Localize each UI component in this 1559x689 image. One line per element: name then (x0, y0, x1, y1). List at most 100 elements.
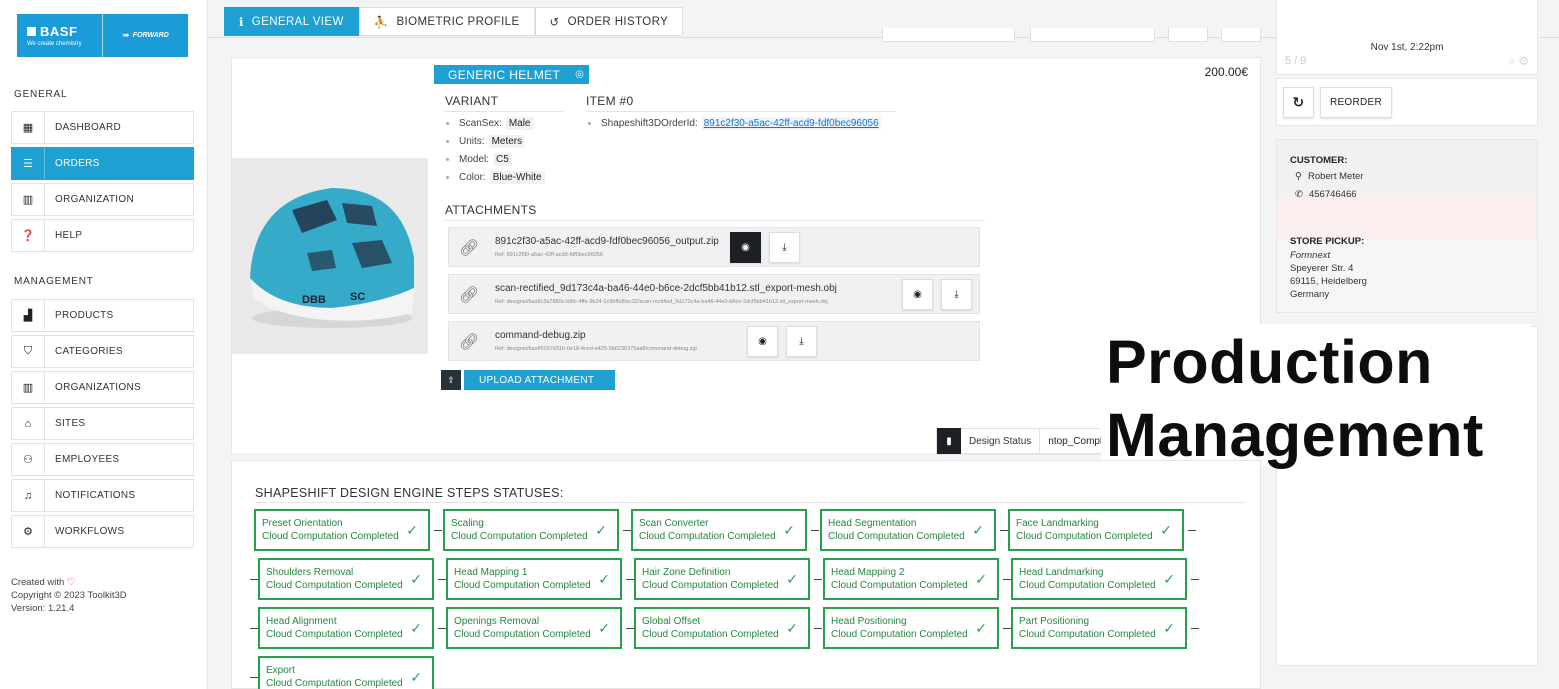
check-icon: ✓ (975, 571, 987, 587)
download-attachment-button[interactable]: ⤓ (786, 326, 817, 357)
step-status: Cloud Computation Completed (1019, 580, 1156, 591)
sidebar-item-organizations[interactable]: ▥ ORGANIZATIONS (11, 371, 194, 404)
check-icon: ✓ (975, 620, 987, 636)
step-status-card: Scan Converter Cloud Computation Complete… (631, 509, 807, 551)
status-icon: ▮ (937, 428, 961, 454)
step-status-card: Export Cloud Computation Completed ✓ (258, 656, 434, 689)
hidden-control (882, 28, 1015, 42)
variant-value: C5 (493, 153, 512, 166)
sidebar-item-sites[interactable]: ⌂ SITES (11, 407, 194, 440)
eye-icon: ◉ (913, 289, 922, 300)
history-icon: ↺ (549, 16, 560, 29)
step-connector (1003, 628, 1011, 629)
step-name: Scan Converter (639, 518, 709, 529)
users-icon: ⚇ (12, 444, 45, 475)
attachment-row: 🔗︎ scan-rectified_9d173c4a-ba46-44e0-b6c… (448, 274, 980, 314)
sidebar-item-organization[interactable]: ▥ ORGANIZATION (11, 183, 194, 216)
sidebar-item-orders[interactable]: ☰ ORDERS (11, 147, 194, 180)
tab-biometric-profile[interactable]: ⛹ BIOMETRIC PROFILE (358, 7, 535, 36)
step-connector (434, 530, 442, 531)
upload-attachment-button[interactable]: ⇪ UPLOAD ATTACHMENT (441, 370, 616, 390)
refresh-button[interactable]: ↻ (1283, 87, 1314, 118)
reorder-button[interactable]: REORDER (1320, 87, 1392, 118)
brand-name: BASF (40, 24, 78, 39)
store-icon: ⌂ (12, 408, 45, 439)
step-connector (250, 628, 258, 629)
fingerprint-icon[interactable]: ◎ (570, 65, 589, 84)
view-attachment-button[interactable]: ◉ (730, 232, 761, 263)
check-icon: ✓ (1163, 571, 1175, 587)
sidebar-item-workflows[interactable]: ⚙ WORKFLOWS (11, 515, 194, 548)
paperclip-icon: 🔗︎ (459, 240, 480, 257)
bullet (588, 122, 591, 125)
step-connector (1000, 530, 1008, 531)
check-icon: ✓ (410, 669, 422, 685)
video-caption-overlay: Production Management (1101, 324, 1531, 469)
svg-text:SC: SC (350, 291, 365, 303)
order-date: Nov 1st, 2:22pm (1370, 42, 1444, 53)
version: Version: 1.21.4 (11, 603, 75, 614)
step-status-card: Scaling Cloud Computation Completed ✓ (443, 509, 619, 551)
step-connector (1191, 579, 1199, 580)
store-name: Formnext (1290, 250, 1331, 261)
forward-logo: ➠ FORWARD (103, 30, 188, 41)
step-name: Shoulders Removal (266, 567, 354, 578)
step-status-card: Openings Removal Cloud Computation Comple… (446, 607, 622, 649)
design-status-label: Design Status (961, 429, 1041, 453)
check-icon: ✓ (406, 522, 418, 538)
step-status: Cloud Computation Completed (454, 629, 591, 640)
hidden-control (1030, 28, 1155, 42)
orders-icon: ☰ (12, 148, 45, 179)
step-status: Cloud Computation Completed (1019, 629, 1156, 640)
tab-order-history[interactable]: ↺ ORDER HISTORY (534, 7, 684, 36)
store-country: Germany (1290, 289, 1330, 300)
check-icon: ✓ (410, 571, 422, 587)
variant-scansex: ScanSex: Male (446, 117, 534, 130)
hidden-control (1221, 28, 1261, 42)
step-name: Part Positioning (1019, 616, 1090, 627)
reorder-card: ↻ REORDER (1276, 78, 1538, 126)
gear-icon[interactable]: ⚙ (1518, 54, 1529, 68)
step-status: Cloud Computation Completed (1016, 531, 1153, 542)
sidebar-item-products[interactable]: ▟ PRODUCTS (11, 299, 194, 332)
products-icon: ▟ (12, 300, 45, 331)
step-status-card: Part Positioning Cloud Computation Comple… (1011, 607, 1187, 649)
search-icon[interactable]: ⌕ (1508, 54, 1515, 68)
bell-icon: ♫ (12, 480, 45, 511)
step-name: Global Offset (642, 616, 701, 627)
product-name-badge: GENERIC HELMET (434, 65, 575, 84)
pagination: 5 / 9 (1285, 55, 1307, 67)
basf-square-icon (27, 27, 36, 36)
step-connector (1188, 530, 1196, 531)
step-connector (1003, 579, 1011, 580)
sidebar-item-categories[interactable]: ⛉ CATEGORIES (11, 335, 194, 368)
check-icon: ✓ (1160, 522, 1172, 538)
created-with-text: Created with (11, 577, 65, 588)
attachment-name: 891c2f30-a5ac-42ff-acd9-fdf0bec96056_out… (495, 236, 719, 247)
sidebar-item-label: ORGANIZATIONS (55, 382, 141, 393)
management-section-title: MANAGEMENT (14, 276, 94, 287)
customer-name: Robert Meter (1307, 171, 1364, 182)
step-name: Hair Zone Definition (642, 567, 731, 578)
tab-label: ORDER HISTORY (567, 15, 669, 28)
order-id-link[interactable]: 891c2f30-a5ac-42ff-acd9-fdf0bec96056 (701, 117, 881, 130)
store-street: Speyerer Str. 4 (1290, 263, 1354, 274)
sidebar-item-notifications[interactable]: ♫ NOTIFICATIONS (11, 479, 194, 512)
sidebar-item-label: DASHBOARD (55, 122, 122, 133)
download-icon: ⤓ (799, 336, 804, 347)
variant-units: Units: Meters (446, 135, 526, 148)
bullet (446, 140, 449, 143)
tab-general-view[interactable]: ℹ GENERAL VIEW (224, 7, 359, 36)
product-image[interactable]: DBB SC (232, 158, 428, 354)
sidebar-item-help[interactable]: ❓ HELP (11, 219, 194, 252)
view-attachment-button[interactable]: ◉ (747, 326, 778, 357)
variant-model: Model: C5 (446, 153, 512, 166)
sidebar-item-employees[interactable]: ⚇ EMPLOYEES (11, 443, 194, 476)
sidebar-item-dashboard[interactable]: ▦ DASHBOARD (11, 111, 194, 144)
step-status: Cloud Computation Completed (266, 629, 403, 640)
view-attachment-button[interactable]: ◉ (902, 279, 933, 310)
download-attachment-button[interactable]: ⤓ (941, 279, 972, 310)
check-icon: ✓ (1163, 620, 1175, 636)
download-attachment-button[interactable]: ⤓ (769, 232, 800, 263)
brand-logo[interactable]: BASF We create chemistry ➠ FORWARD (17, 14, 188, 57)
